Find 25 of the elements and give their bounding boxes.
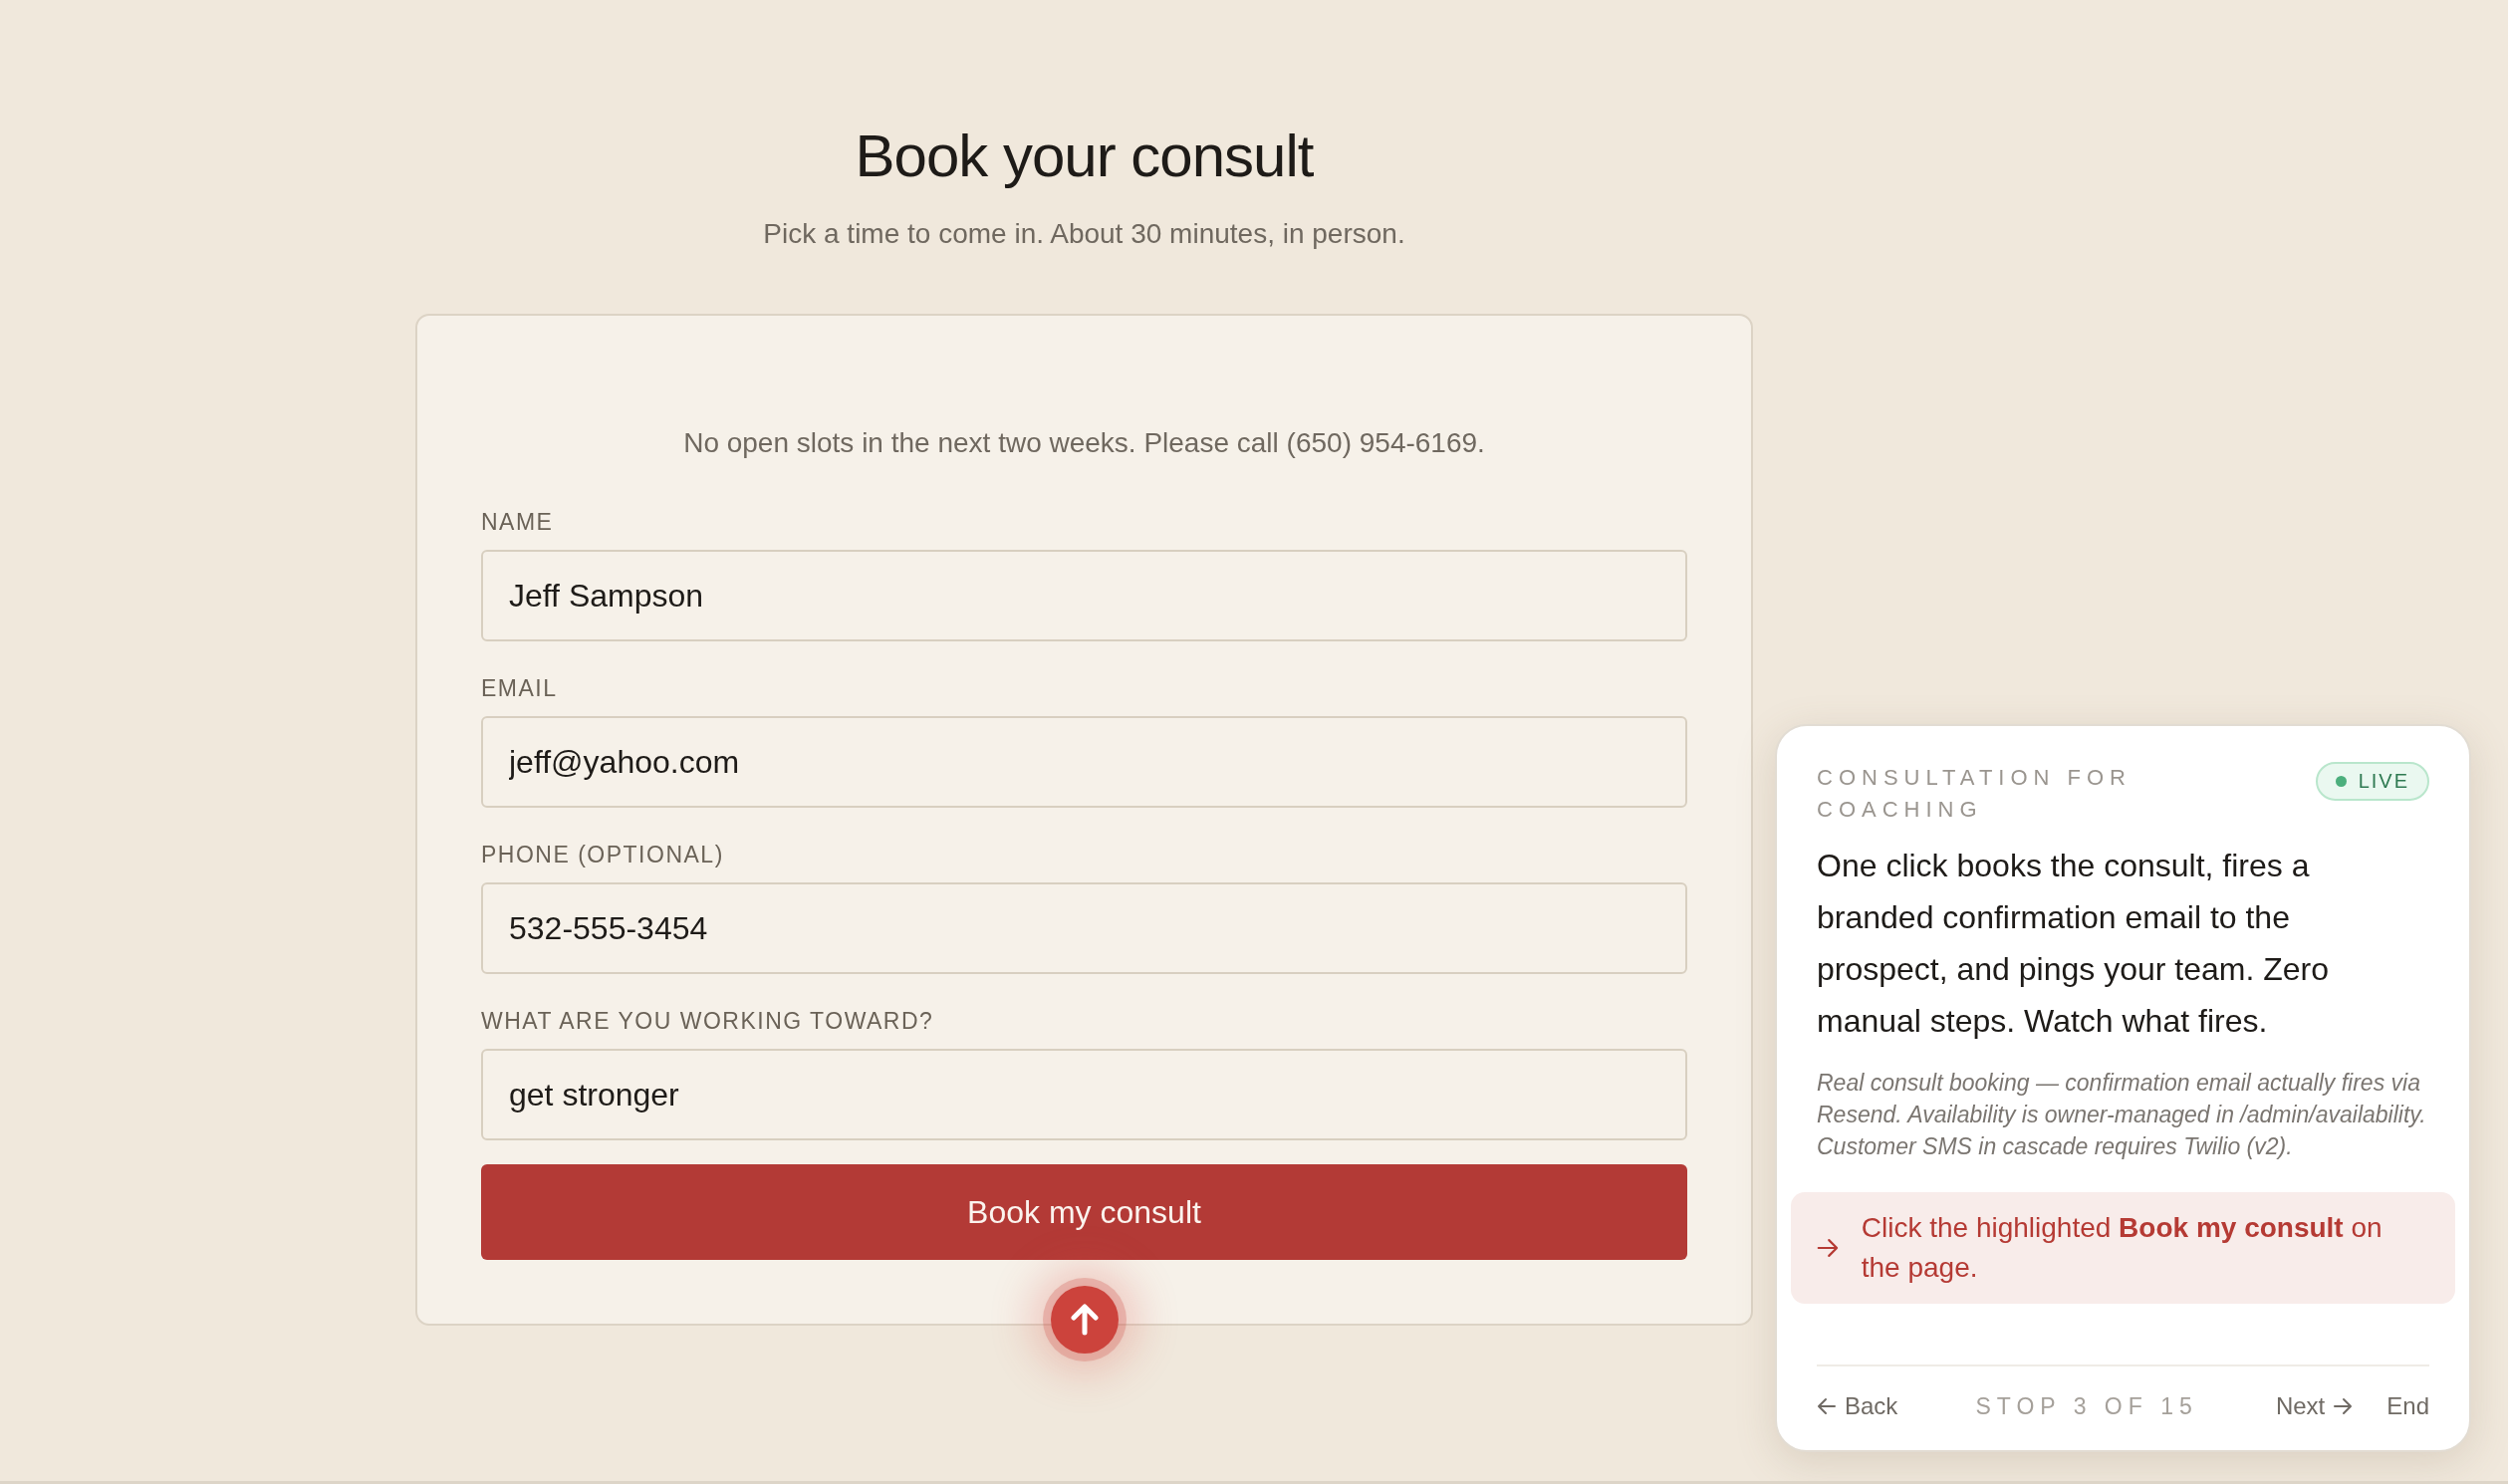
arrow-up-icon [1069, 1304, 1100, 1336]
field-label: PHONE (OPTIONAL) [481, 842, 724, 868]
tour-eyebrow: CONSULTATION FOR COACHING [1817, 764, 2132, 824]
field-label: EMAIL [481, 675, 558, 702]
tour-description: One click books the consult, fires a branded confirmation email to the prospect, and pings your team. Zero manual steps. Watch what fires. [1817, 847, 2331, 1041]
next-link[interactable]: Next [2275, 1392, 2354, 1420]
tour-note: Real consult booking — confirmation email actually fires via Resend. Availability is owner-managed in /admin/availability. Customer SMS in cascade requires Twilio (v2). [1817, 1069, 2427, 1161]
arrow-right-icon [1817, 1237, 1840, 1259]
input-field[interactable]: 532-555-3454 [481, 882, 1687, 974]
page-subtitle: Pick a time to come in. About 30 minutes, in person. [763, 218, 1405, 250]
status-badge: LIVE [2315, 762, 2429, 801]
page-title: Book your consult [855, 122, 1314, 190]
arrow-right-icon [2333, 1397, 2354, 1415]
availability-notice: No open slots in the next two weeks. Please call (650) 954-6169. [682, 427, 1486, 459]
arrow-left-icon [1817, 1397, 1837, 1415]
field-label: NAME [481, 509, 554, 536]
field-label: WHAT ARE YOU WORKING TOWARD? [481, 1008, 934, 1035]
input-field[interactable]: get stronger [481, 1049, 1687, 1140]
back-link[interactable]: Back [1817, 1392, 1898, 1420]
instruction-text: Click the highlighted Book my consult on the page. [1861, 1211, 2383, 1285]
input-field[interactable]: Jeff Sampson [481, 550, 1687, 641]
step-counter: STOP 3 OF 15 [1974, 1392, 2199, 1420]
input-field[interactable]: jeff@yahoo.com [481, 716, 1687, 808]
submit-button[interactable]: Book my consult [481, 1164, 1687, 1260]
end-link[interactable]: End [2386, 1392, 2429, 1420]
